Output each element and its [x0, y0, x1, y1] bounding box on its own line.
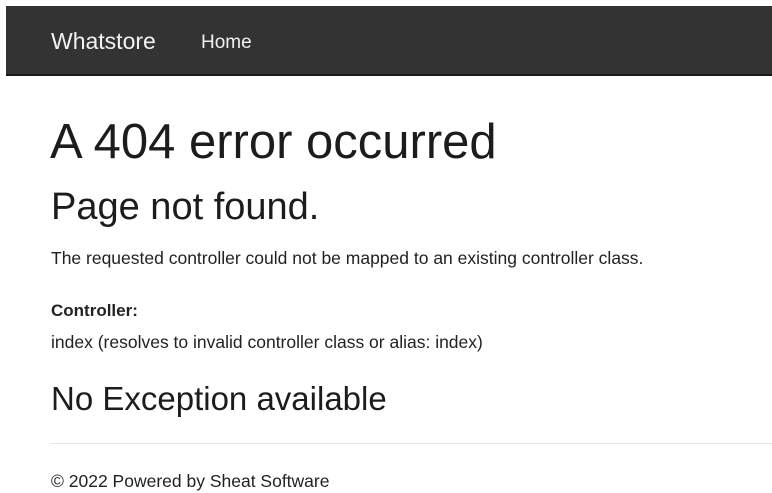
nav-link-home[interactable]: Home — [201, 31, 252, 55]
error-message: The requested controller could not be ma… — [51, 248, 644, 268]
footer-copyright: © 2022 Powered by Sheat Software — [51, 471, 330, 491]
brand-link[interactable]: Whatstore — [51, 27, 156, 55]
page: Whatstore Home A 404 error occurred Page… — [0, 0, 772, 493]
controller-label: Controller: — [51, 301, 138, 320]
error-title: A 404 error occurred — [50, 115, 497, 169]
footer-divider — [50, 443, 772, 444]
exception-heading: No Exception available — [51, 380, 387, 417]
controller-value: index (resolves to invalid controller cl… — [51, 332, 483, 352]
top-navbar: Whatstore Home — [6, 6, 772, 76]
error-subtitle: Page not found. — [51, 186, 320, 228]
